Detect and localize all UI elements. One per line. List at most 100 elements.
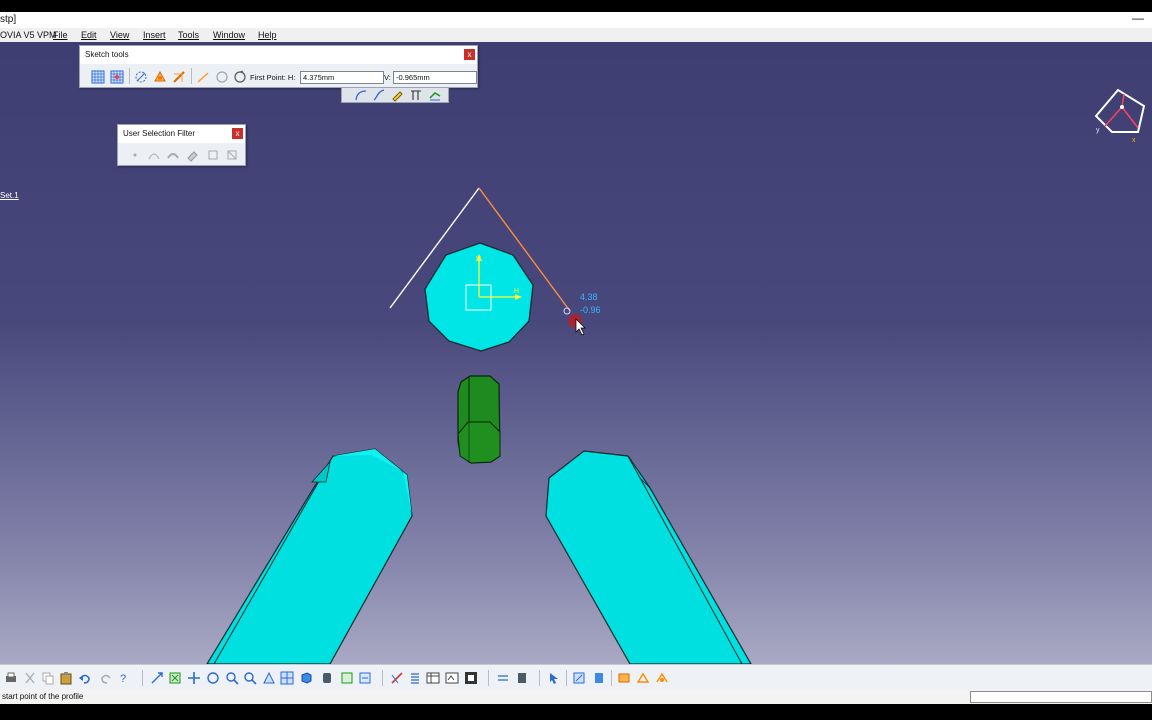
- point-filter-icon[interactable]: [128, 148, 142, 162]
- toolbar-separator: [142, 670, 143, 686]
- volume-filter-icon[interactable]: [185, 148, 199, 162]
- shading-icon[interactable]: [320, 671, 334, 685]
- sketcher-icon[interactable]: [390, 671, 404, 685]
- menu-help[interactable]: Help: [258, 28, 277, 42]
- construction-element-icon[interactable]: [134, 70, 148, 84]
- v-coordinate-field[interactable]: -0.965mm: [393, 71, 477, 84]
- h-coordinate-field[interactable]: 4.375mm: [300, 71, 384, 84]
- table-icon[interactable]: [426, 671, 440, 685]
- copy-icon[interactable]: [41, 671, 55, 685]
- h-axis-label: H: [514, 288, 519, 295]
- cursor-h-readout: 4.38: [580, 292, 598, 302]
- redo-icon[interactable]: [99, 671, 113, 685]
- tangent-arc-icon[interactable]: [233, 70, 247, 84]
- close-icon[interactable]: x: [464, 49, 475, 60]
- bottom-toolbar: ?: [0, 664, 1152, 691]
- right-bar-part[interactable]: [545, 450, 752, 664]
- axis-icon[interactable]: [409, 88, 423, 102]
- menu-edit[interactable]: Edit: [81, 28, 97, 42]
- first-point-label: First Point: H:: [250, 73, 296, 82]
- arc-icon[interactable]: [354, 88, 368, 102]
- swap-visible-space-icon[interactable]: [358, 671, 372, 685]
- toolbar-separator: [539, 670, 540, 686]
- spline-icon[interactable]: [372, 88, 386, 102]
- status-bar: start point of the profile: [0, 690, 1152, 704]
- catalog-icon[interactable]: [464, 671, 478, 685]
- cursor-v-readout: -0.96: [580, 305, 601, 315]
- line-mode-icon[interactable]: [196, 70, 210, 84]
- window-title: stp]: [0, 14, 17, 25]
- feature-filter-icon[interactable]: [206, 148, 220, 162]
- command-input[interactable]: [970, 691, 1152, 703]
- toolbar-separator: [382, 670, 383, 686]
- geometry-filter-icon[interactable]: [225, 148, 239, 162]
- rotate-icon[interactable]: [206, 671, 220, 685]
- undo-icon[interactable]: [78, 671, 92, 685]
- fit-all-in-icon[interactable]: [168, 671, 182, 685]
- compass-y-label: y: [1096, 127, 1100, 134]
- project-3d-icon[interactable]: [428, 88, 442, 102]
- print-icon[interactable]: [4, 671, 18, 685]
- circle-mode-icon[interactable]: [215, 70, 229, 84]
- menu-window[interactable]: Window: [213, 28, 245, 42]
- cut-icon[interactable]: [23, 671, 37, 685]
- surface-filter-icon[interactable]: [166, 148, 180, 162]
- app-name: OVIA V5 VPM: [0, 30, 57, 40]
- zoom-in-icon[interactable]: [225, 671, 239, 685]
- v-axis-label: V: [476, 256, 481, 263]
- constraint-icon[interactable]: [617, 671, 631, 685]
- title-bar: stp] —: [0, 10, 1152, 28]
- cut-part-by-sketch-plane-icon[interactable]: [592, 671, 606, 685]
- toolbar-separator: [191, 68, 192, 84]
- svg-text:?: ?: [120, 673, 126, 685]
- minimize-button[interactable]: —: [1132, 10, 1144, 26]
- pan-icon[interactable]: [187, 671, 201, 685]
- profile-toolbar: [341, 87, 449, 103]
- user-selection-filter-panel: User Selection Filter x: [117, 124, 246, 166]
- measure-between-icon[interactable]: [496, 671, 510, 685]
- paste-icon[interactable]: [59, 671, 73, 685]
- selection-filter-header[interactable]: User Selection Filter x: [118, 125, 245, 143]
- animate-constraint-icon[interactable]: [655, 671, 669, 685]
- normal-view-icon[interactable]: [262, 671, 276, 685]
- formula-icon[interactable]: [445, 671, 459, 685]
- dimensional-constraints-icon[interactable]: [172, 70, 186, 84]
- geometric-constraints-icon[interactable]: [153, 70, 167, 84]
- menu-insert[interactable]: Insert: [143, 28, 166, 42]
- curve-filter-icon[interactable]: [147, 148, 161, 162]
- toolbar-separator: [129, 68, 130, 84]
- select-icon[interactable]: [547, 671, 561, 685]
- menu-file[interactable]: File: [53, 28, 68, 42]
- left-bar-part[interactable]: [206, 448, 413, 664]
- close-icon[interactable]: x: [232, 128, 243, 139]
- sketch-tools-header[interactable]: Sketch tools x: [80, 46, 477, 64]
- toolbar-separator: [488, 670, 489, 686]
- selection-filter-title: User Selection Filter: [123, 129, 196, 138]
- compass-icon[interactable]: y x: [1094, 88, 1146, 144]
- v-coordinate-label: V:: [384, 73, 391, 82]
- green-rod-part[interactable]: [457, 375, 501, 464]
- grid-icon[interactable]: [91, 70, 105, 84]
- pencil-icon[interactable]: [390, 88, 404, 102]
- menu-bar: OVIA V5 VPM File Edit View Insert Tools …: [0, 28, 1152, 42]
- sketch-tools-panel: Sketch tools x First Point: H: 4.375mm V…: [79, 45, 478, 88]
- multi-view-icon[interactable]: [280, 671, 294, 685]
- compass-x-label: x: [1132, 137, 1136, 144]
- spec-tree-node[interactable]: Set.1: [0, 191, 19, 200]
- snap-to-point-icon[interactable]: [110, 70, 124, 84]
- measure-item-icon[interactable]: [515, 671, 529, 685]
- iso-view-icon[interactable]: [299, 671, 313, 685]
- toolbar-separator: [566, 670, 567, 686]
- zoom-out-icon[interactable]: [243, 671, 257, 685]
- spec-list-icon[interactable]: [408, 671, 422, 685]
- status-message: start point of the profile: [2, 692, 84, 701]
- sketch-analysis-icon[interactable]: [572, 671, 586, 685]
- toolbar-separator: [611, 670, 612, 686]
- whats-this-icon[interactable]: ?: [118, 671, 132, 685]
- hide-show-icon[interactable]: [340, 671, 354, 685]
- menu-tools[interactable]: Tools: [178, 28, 199, 42]
- point-marker: [563, 307, 571, 315]
- auto-constraint-icon[interactable]: [636, 671, 650, 685]
- menu-view[interactable]: View: [110, 28, 129, 42]
- fly-mode-icon[interactable]: [150, 671, 164, 685]
